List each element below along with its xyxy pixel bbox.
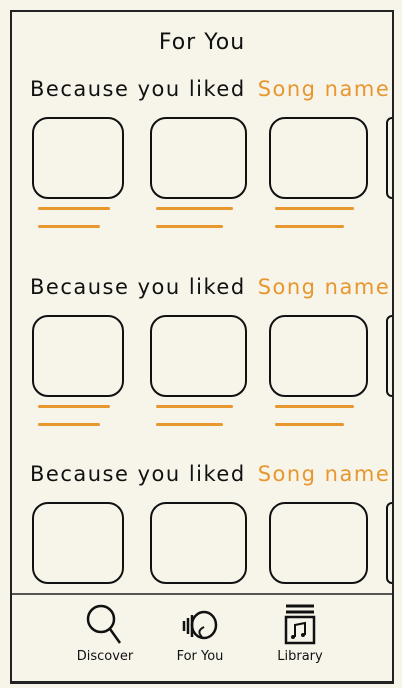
title-placeholder-line bbox=[156, 405, 233, 408]
song-name-link[interactable]: Song name .... bbox=[258, 462, 392, 486]
music-library-icon bbox=[284, 604, 316, 645]
album-card[interactable] bbox=[386, 117, 392, 199]
album-card[interactable] bbox=[386, 315, 392, 397]
artist-placeholder-line bbox=[392, 423, 394, 426]
nav-library[interactable]: Library bbox=[255, 601, 345, 664]
album-card[interactable] bbox=[32, 315, 124, 397]
nav-for-you[interactable]: For You bbox=[155, 601, 245, 664]
artist-placeholder-line bbox=[156, 423, 223, 426]
album-card[interactable] bbox=[269, 315, 368, 397]
section-heading: Because you liked Song name .... bbox=[30, 462, 392, 486]
bottom-nav: Discover For You Library bbox=[12, 593, 392, 681]
title-placeholder-line bbox=[156, 207, 233, 210]
artist-placeholder-line bbox=[38, 423, 100, 426]
title-placeholder-line bbox=[275, 405, 354, 408]
nav-discover[interactable]: Discover bbox=[60, 601, 150, 664]
search-icon bbox=[86, 604, 122, 644]
artist-placeholder-line bbox=[275, 225, 344, 228]
album-card[interactable] bbox=[150, 117, 247, 199]
artist-placeholder-line bbox=[392, 225, 394, 228]
title-placeholder-line bbox=[38, 405, 110, 408]
page-title: For You bbox=[158, 30, 246, 55]
nav-label: Discover bbox=[76, 649, 134, 664]
artist-placeholder-line bbox=[156, 225, 223, 228]
album-card[interactable] bbox=[150, 315, 247, 397]
album-card[interactable] bbox=[150, 502, 247, 584]
title-placeholder-line bbox=[392, 405, 394, 408]
album-card[interactable] bbox=[386, 502, 392, 584]
phone-frame: For You Because you likedSong name ....B… bbox=[10, 10, 394, 684]
nav-label: For You bbox=[176, 649, 224, 664]
nav-label: Library bbox=[277, 649, 323, 664]
section-heading: Because you liked Song name .... bbox=[30, 77, 392, 101]
heading-prefix: Because you liked bbox=[30, 462, 246, 486]
section-heading: Because you liked Song name .... bbox=[30, 275, 392, 299]
title-placeholder-line bbox=[275, 207, 354, 210]
heading-prefix: Because you liked bbox=[30, 77, 246, 101]
artist-placeholder-line bbox=[275, 423, 344, 426]
album-card[interactable] bbox=[269, 117, 368, 199]
album-card[interactable] bbox=[269, 502, 368, 584]
album-card[interactable] bbox=[32, 502, 124, 584]
recommendation-section: Because you liked Song name .... bbox=[12, 275, 392, 455]
album-card[interactable] bbox=[32, 117, 124, 199]
title-placeholder-line bbox=[392, 207, 394, 210]
artist-placeholder-line bbox=[38, 225, 100, 228]
headphones-icon bbox=[182, 610, 218, 640]
heading-prefix: Because you liked bbox=[30, 275, 246, 299]
recommendation-section: Because you liked Song name .... bbox=[12, 77, 392, 257]
song-name-link[interactable]: Song name .... bbox=[258, 77, 392, 101]
song-name-link[interactable]: Song name .... bbox=[258, 275, 392, 299]
title-placeholder-line bbox=[38, 207, 110, 210]
